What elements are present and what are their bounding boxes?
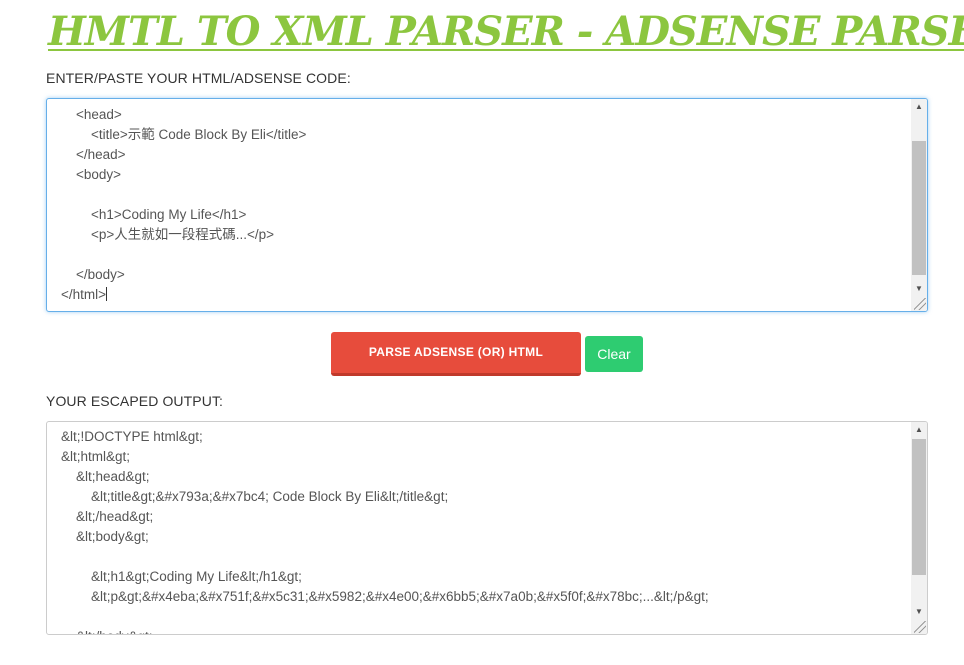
clear-button[interactable]: Clear: [585, 336, 643, 372]
input-label: ENTER/PASTE YOUR HTML/ADSENSE CODE:: [46, 70, 351, 86]
page-title: HMTL TO XML PARSER - ADSENSE PARSER: [48, 8, 964, 55]
code-line: &lt;h1&gt;Coding My Life&lt;/h1&gt;: [61, 569, 302, 584]
text-caret: [106, 287, 108, 301]
output-code[interactable]: &lt;!DOCTYPE html&gt; &lt;html&gt; &lt;h…: [47, 427, 927, 634]
resize-grip-icon[interactable]: [914, 298, 926, 310]
output-scrollbar[interactable]: ▲ ▼: [911, 422, 927, 634]
code-line: &lt;p&gt;&#x4eba;&#x751f;&#x5c31;&#x5982…: [61, 589, 709, 604]
code-line: </head>: [61, 147, 126, 162]
scroll-down-icon[interactable]: ▼: [911, 281, 927, 297]
scroll-up-icon[interactable]: ▲: [911, 99, 927, 115]
input-code[interactable]: <html> <head> <title>示範 Code Block By El…: [47, 99, 927, 305]
code-line: &lt;body&gt;: [61, 529, 149, 544]
code-line: &lt;/body&gt;: [61, 629, 153, 634]
code-line: <title>示範 Code Block By Eli</title>: [61, 127, 307, 142]
code-line: <head>: [61, 107, 122, 122]
code-line: &lt;title&gt;&#x793a;&#x7bc4; Code Block…: [61, 489, 449, 504]
code-line: &lt;/head&gt;: [61, 509, 154, 524]
code-line: <html>: [61, 99, 102, 102]
html-input-textarea[interactable]: <html> <head> <title>示範 Code Block By El…: [46, 98, 928, 312]
code-line: &lt;head&gt;: [61, 469, 150, 484]
code-line: </body>: [61, 267, 125, 282]
resize-grip-icon[interactable]: [914, 621, 926, 633]
code-line: <h1>Coding My Life</h1>: [61, 207, 247, 222]
code-line: </html>: [61, 287, 107, 302]
scroll-thumb[interactable]: [912, 439, 926, 575]
code-line: &lt;html&gt;: [61, 449, 131, 464]
scroll-down-icon[interactable]: ▼: [911, 604, 927, 620]
output-label: YOUR ESCAPED OUTPUT:: [46, 393, 224, 409]
code-line: <body>: [61, 167, 122, 182]
scroll-up-icon[interactable]: ▲: [911, 422, 927, 438]
escaped-output-textarea[interactable]: &lt;!DOCTYPE html&gt; &lt;html&gt; &lt;h…: [46, 421, 928, 635]
code-line: &lt;!DOCTYPE html&gt;: [61, 429, 203, 444]
input-scrollbar[interactable]: ▲ ▼: [911, 99, 927, 311]
code-line: <p>人生就如一段程式碼...</p>: [61, 227, 275, 242]
scroll-thumb[interactable]: [912, 141, 926, 275]
parse-button[interactable]: PARSE ADSENSE (OR) HTML: [331, 332, 581, 376]
